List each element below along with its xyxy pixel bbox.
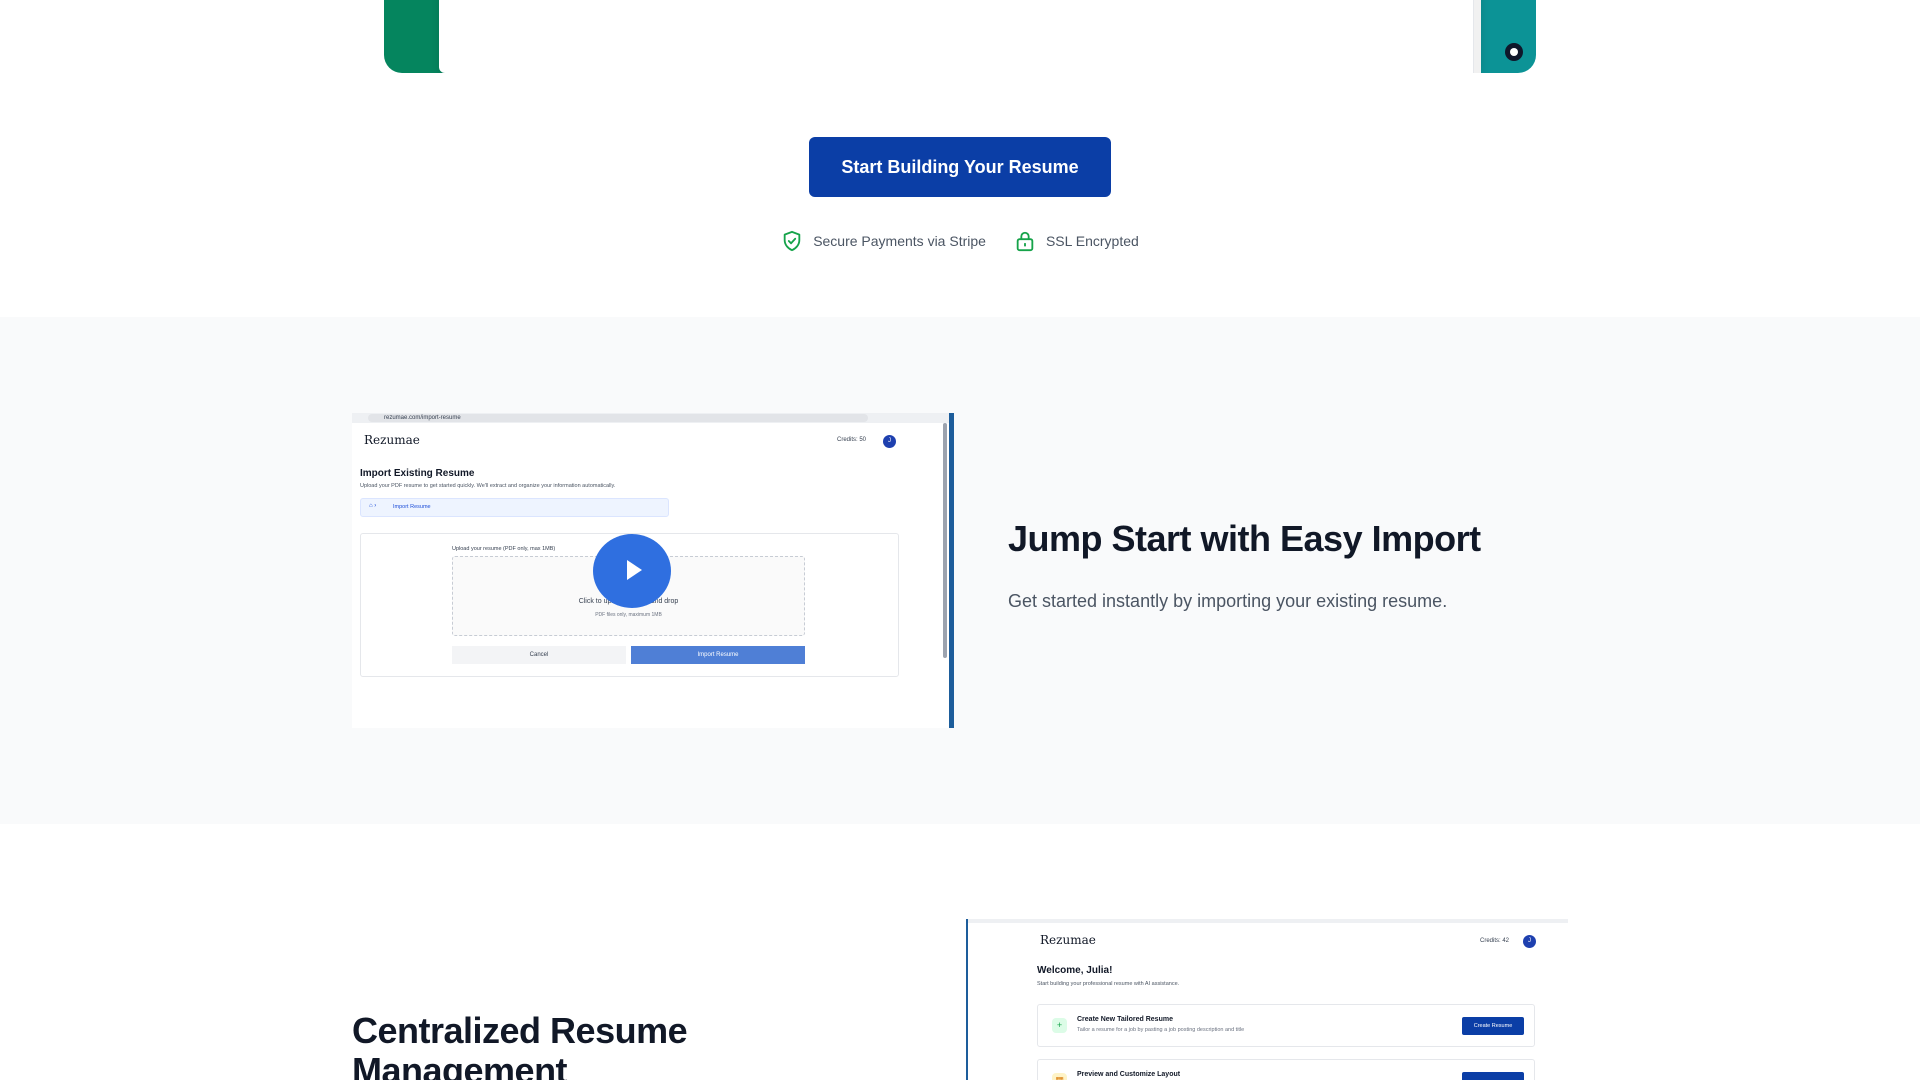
dashboard-video-thumbnail[interactable]: Rezumae Credits: 42 J Welcome, Julia! St… bbox=[966, 919, 1568, 1080]
mock-drop-sub: PDF files only, maximum 1MB bbox=[595, 612, 662, 618]
mock-welcome: Welcome, Julia! bbox=[1037, 965, 1113, 976]
mock-logo: Rezumae bbox=[364, 433, 420, 447]
shield-check-icon bbox=[783, 230, 801, 252]
mock-avatar: J bbox=[883, 435, 896, 448]
import-feature-heading: Jump Start with Easy Import bbox=[1008, 518, 1481, 559]
list-item-desc: Tailor a resume for a job by pasting a j… bbox=[1077, 1027, 1245, 1033]
mock-scrollbar bbox=[943, 423, 947, 658]
layout-icon: ▦ bbox=[1052, 1073, 1067, 1080]
mock-avatar: J bbox=[1523, 935, 1536, 948]
lock-icon bbox=[1016, 231, 1034, 252]
device-screen bbox=[439, 0, 1481, 73]
secure-payments-text: Secure Payments via Stripe bbox=[813, 233, 986, 249]
import-feature-section bbox=[0, 317, 1920, 824]
mock-import-button: Import Resume bbox=[631, 646, 805, 664]
mock-breadcrumb: Import Resume bbox=[360, 498, 669, 517]
camera-dot bbox=[1505, 43, 1523, 61]
ssl-text: SSL Encrypted bbox=[1045, 233, 1139, 249]
management-feature-heading: Centralized Resume Management bbox=[352, 1010, 688, 1080]
list-item: + Create New Tailored Resume Tailor a re… bbox=[1037, 1004, 1535, 1047]
mock-title: Import Existing Resume bbox=[360, 468, 475, 479]
trust-badges: Secure Payments via Stripe SSL Encrypted bbox=[0, 230, 1920, 252]
mock-create-resume-button: Create Resume bbox=[1462, 1017, 1524, 1035]
import-feature-description: Get started instantly by importing your … bbox=[1008, 591, 1448, 611]
browser-url: rezumae.com/import-resume bbox=[368, 414, 868, 422]
mock-item-button bbox=[1462, 1072, 1524, 1080]
list-item: ▦ Preview and Customize Layout bbox=[1037, 1059, 1535, 1080]
mock-upload-label: Upload your resume (PDF only, max 1MB) bbox=[452, 546, 556, 552]
start-building-button[interactable]: Start Building Your Resume bbox=[809, 137, 1111, 197]
secure-payments-badge: Secure Payments via Stripe bbox=[781, 230, 986, 252]
mock-logo: Rezumae bbox=[1040, 933, 1096, 947]
ssl-badge: SSL Encrypted bbox=[1014, 230, 1139, 252]
play-icon[interactable] bbox=[593, 534, 671, 608]
list-item-title: Preview and Customize Layout bbox=[1077, 1071, 1181, 1078]
mock-subtitle: Upload your PDF resume to get started qu… bbox=[360, 483, 616, 489]
browser-bar bbox=[968, 919, 1568, 923]
device-frame bbox=[384, 0, 1536, 73]
screen-edge bbox=[1473, 0, 1481, 73]
list-item-title: Create New Tailored Resume bbox=[1077, 1016, 1173, 1023]
mock-credits: Credits: 50 bbox=[837, 437, 867, 443]
mock-subtitle: Start building your professional resume … bbox=[1037, 981, 1180, 987]
plus-icon: + bbox=[1052, 1018, 1067, 1033]
mock-side-rail bbox=[949, 413, 954, 728]
mock-credits: Credits: 42 bbox=[1480, 938, 1510, 944]
mock-cancel-button: Cancel bbox=[452, 646, 626, 664]
